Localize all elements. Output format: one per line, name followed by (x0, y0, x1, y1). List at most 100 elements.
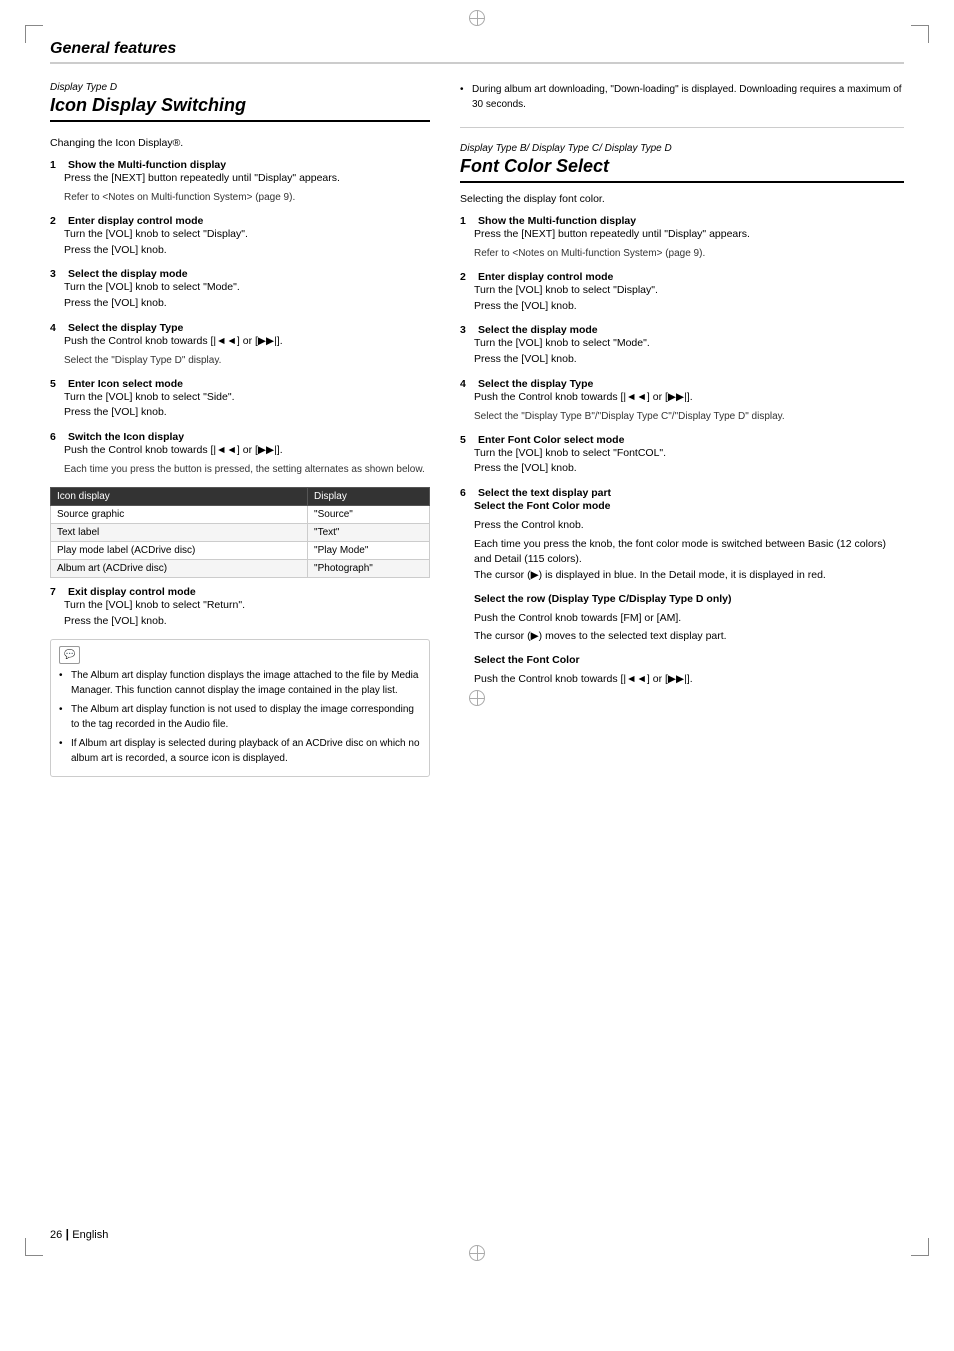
left-step-7-title: 7 Exit display control mode (50, 586, 430, 598)
right-step-3-title: 3 Select the display mode (460, 324, 904, 336)
left-step-5-title: 5 Enter Icon select mode (50, 378, 430, 390)
right-step-6: 6 Select the text display part Select th… (460, 487, 904, 688)
left-step-7-num: 7 (50, 586, 64, 598)
right-step-6-sub-3-title: Select the Font Color (474, 653, 904, 669)
left-step-2-body: Turn the [VOL] knob to select "Display".… (50, 227, 430, 259)
right-step-2-body: Turn the [VOL] knob to select "Display".… (460, 283, 904, 315)
icon-display-table: Icon display Display Source graphic "Sou… (50, 487, 430, 578)
left-step-3-body: Turn the [VOL] knob to select "Mode".Pre… (50, 280, 430, 312)
table-cell: "Source" (308, 505, 430, 523)
table-header-display: Display (308, 487, 430, 505)
right-top-note: During album art downloading, "Down-load… (460, 82, 904, 112)
right-step-5: 5 Enter Font Color select mode Turn the … (460, 434, 904, 478)
table-cell: Play mode label (ACDrive disc) (51, 541, 308, 559)
note-item: The Album art display function is not us… (59, 702, 421, 732)
table-row: Album art (ACDrive disc) "Photograph" (51, 559, 430, 577)
left-step-2: 2 Enter display control mode Turn the [V… (50, 215, 430, 259)
left-subtitle: Changing the Icon Display®. (50, 137, 430, 149)
right-subtitle: Selecting the display font color. (460, 193, 904, 205)
left-section-italic-label: Display Type D (50, 82, 430, 93)
corner-mark-bl (25, 1238, 43, 1256)
right-step-1-title: 1 Show the Multi-function display (460, 215, 904, 227)
right-step-6-body: Select the Font Color mode Press the Con… (460, 499, 904, 688)
right-section-header: Display Type B/ Display Type C/ Display … (460, 143, 904, 183)
page-number: 26 (50, 1229, 62, 1241)
right-step-2-title: 2 Enter display control mode (460, 271, 904, 283)
right-section-italic-label: Display Type B/ Display Type C/ Display … (460, 143, 904, 154)
left-step-3: 3 Select the display mode Turn the [VOL]… (50, 268, 430, 312)
left-step-6-body: Push the Control knob towards [|◄◄] or [… (50, 443, 430, 477)
left-step-2-num: 2 (50, 215, 64, 227)
left-step-3-title: 3 Select the display mode (50, 268, 430, 280)
right-step-5-num: 5 (460, 434, 474, 446)
note-item: The Album art display function displays … (59, 668, 421, 698)
left-step-6-num: 6 (50, 431, 64, 443)
table-row: Text label "Text" (51, 523, 430, 541)
right-step-6-title: 6 Select the text display part (460, 487, 904, 499)
left-step-6-title: 6 Switch the Icon display (50, 431, 430, 443)
right-step-2: 2 Enter display control mode Turn the [V… (460, 271, 904, 315)
corner-mark-tr (911, 25, 929, 43)
table-cell: "Text" (308, 523, 430, 541)
right-step-6-sub-2: Select the row (Display Type C/Display T… (474, 592, 904, 645)
right-step-5-body: Turn the [VOL] knob to select "FontCOL".… (460, 446, 904, 478)
right-step-3-body: Turn the [VOL] knob to select "Mode".Pre… (460, 336, 904, 368)
right-step-1-body: Press the [NEXT] button repeatedly until… (460, 227, 904, 261)
table-row: Play mode label (ACDrive disc) "Play Mod… (51, 541, 430, 559)
left-step-1-title: 1 Show the Multi-function display (50, 159, 430, 171)
left-step-1: 1 Show the Multi-function display Press … (50, 159, 430, 205)
table-cell: "Play Mode" (308, 541, 430, 559)
right-step-4-title: 4 Select the display Type (460, 378, 904, 390)
page-language: English (72, 1229, 108, 1241)
left-step-1-body: Press the [NEXT] button repeatedly until… (50, 171, 430, 205)
note-icon: 💬 (59, 646, 80, 664)
left-step-7-body: Turn the [VOL] knob to select "Return".P… (50, 598, 430, 630)
right-step-5-title: 5 Enter Font Color select mode (460, 434, 904, 446)
section-divider (460, 127, 904, 128)
right-step-4-body: Push the Control knob towards [|◄◄] or [… (460, 390, 904, 424)
corner-mark-tl (25, 25, 43, 43)
right-step-2-num: 2 (460, 271, 474, 283)
left-step-5-body: Turn the [VOL] knob to select "Side".Pre… (50, 390, 430, 422)
note-list: The Album art display function displays … (59, 668, 421, 766)
right-step-3-num: 3 (460, 324, 474, 336)
left-step-4: 4 Select the display Type Push the Contr… (50, 322, 430, 368)
left-step-3-num: 3 (50, 268, 64, 280)
right-step-6-sub-2-title: Select the row (Display Type C/Display T… (474, 592, 904, 608)
right-step-1: 1 Show the Multi-function display Press … (460, 215, 904, 261)
right-section-title: Font Color Select (460, 156, 904, 177)
table-header-icon: Icon display (51, 487, 308, 505)
left-step-5: 5 Enter Icon select mode Turn the [VOL] … (50, 378, 430, 422)
table-cell: Text label (51, 523, 308, 541)
right-column: During album art downloading, "Down-load… (460, 82, 904, 787)
left-step-5-num: 5 (50, 378, 64, 390)
table-cell: "Photograph" (308, 559, 430, 577)
content-area: Display Type D Icon Display Switching Ch… (50, 82, 904, 787)
note-item: If Album art display is selected during … (59, 736, 421, 766)
left-step-4-title: 4 Select the display Type (50, 322, 430, 334)
corner-mark-br (911, 1238, 929, 1256)
right-step-6-sub-1-title: Select the Font Color mode (474, 499, 904, 515)
table-row: Source graphic "Source" (51, 505, 430, 523)
page-footer: 26 | English (50, 1227, 108, 1241)
left-step-4-num: 4 (50, 322, 64, 334)
right-step-4: 4 Select the display Type Push the Contr… (460, 378, 904, 424)
right-step-6-sub-1: Select the Font Color mode Press the Con… (474, 499, 904, 584)
reg-mark-bottom (469, 1245, 485, 1261)
table-cell: Album art (ACDrive disc) (51, 559, 308, 577)
general-features-title: General features (50, 40, 904, 58)
left-section-title: Icon Display Switching (50, 95, 430, 116)
right-step-6-num: 6 (460, 487, 474, 499)
reg-mark-top (469, 10, 485, 26)
left-step-6: 6 Switch the Icon display Push the Contr… (50, 431, 430, 477)
left-note-box: 💬 The Album art display function display… (50, 639, 430, 777)
left-step-7: 7 Exit display control mode Turn the [VO… (50, 586, 430, 630)
left-step-1-num: 1 (50, 159, 64, 171)
left-step-2-title: 2 Enter display control mode (50, 215, 430, 227)
right-step-1-num: 1 (460, 215, 474, 227)
reg-mark-mid (469, 690, 485, 706)
table-cell: Source graphic (51, 505, 308, 523)
left-step-4-body: Push the Control knob towards [|◄◄] or [… (50, 334, 430, 368)
page: General features Display Type D Icon Dis… (0, 0, 954, 1351)
right-step-6-sub-3: Select the Font Color Push the Control k… (474, 653, 904, 688)
